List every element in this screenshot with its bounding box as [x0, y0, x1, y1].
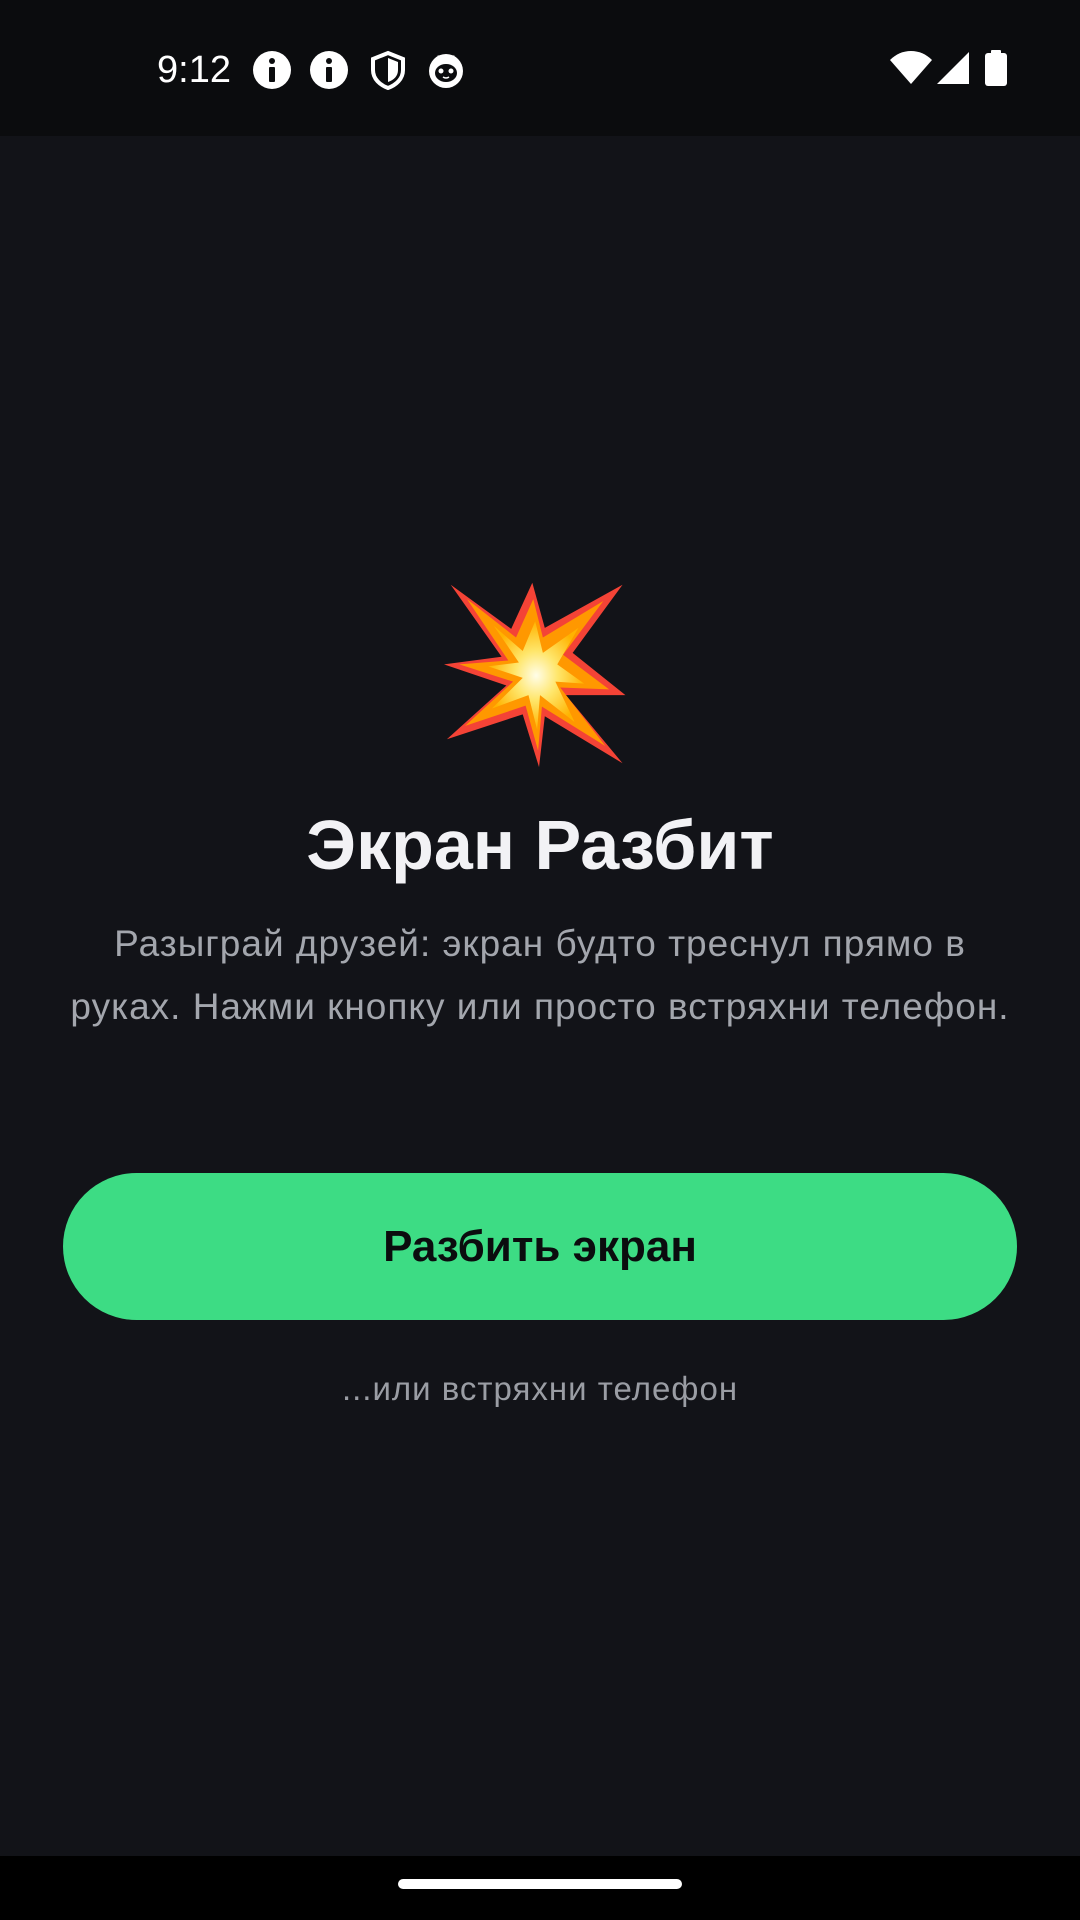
page-title: Экран Разбит — [306, 806, 774, 884]
status-time: 9:12 — [157, 49, 231, 91]
info-icon — [310, 51, 348, 89]
status-bar: 9:12 — [0, 0, 1080, 136]
home-indicator[interactable] — [398, 1879, 682, 1889]
collision-emoji-icon — [444, 582, 626, 768]
shield-icon — [371, 50, 405, 90]
cat-icon — [429, 54, 463, 88]
break-screen-button[interactable]: Разбить экран — [63, 1173, 1017, 1320]
shake-hint-text: ...или встряхни телефон — [341, 1370, 739, 1407]
info-icon — [253, 51, 291, 89]
description-text: Разыграй друзей: экран будто треснул пря… — [70, 923, 1010, 1027]
cellular-signal-icon — [937, 52, 969, 84]
wifi-icon — [890, 51, 932, 84]
battery-icon — [985, 50, 1007, 86]
screen: 9:12 Экран Разбит Разыграй друзей: экран… — [0, 0, 1080, 1920]
